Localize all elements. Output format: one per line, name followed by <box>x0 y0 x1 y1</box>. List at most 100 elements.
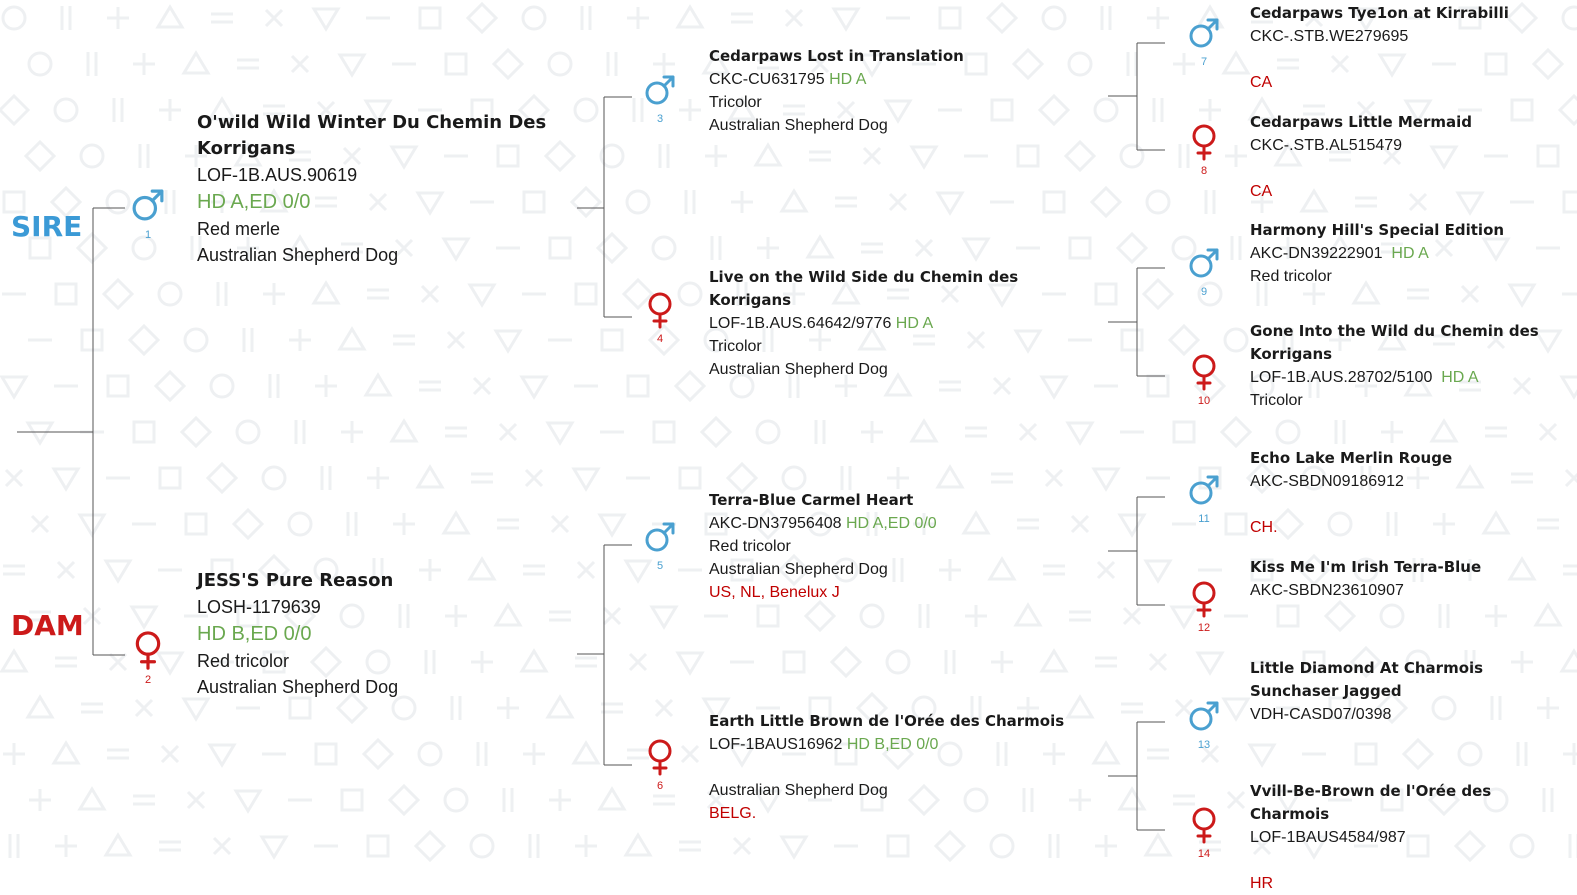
dog-breed: Australian Shepherd Dog <box>709 782 888 799</box>
dog-name: Gone Into the Wild du Chemin des Korriga… <box>1250 322 1539 363</box>
dog-3-entry: Cedarpaws Lost in Translation CKC-CU6317… <box>709 45 1099 137</box>
dog-registration: AKC-DN37956408 <box>709 515 842 532</box>
dog-9-entry: Harmony Hill's Special Edition AKC-DN392… <box>1250 219 1570 288</box>
bracket-6 <box>1108 721 1165 831</box>
dog-titles: CA <box>1250 74 1273 91</box>
dog-number-label: 14 <box>1197 848 1211 860</box>
dog-health: HD A <box>829 71 867 88</box>
dog-12-entry: Kiss Me I'm Irish Terra-Blue AKC-SBDN236… <box>1250 556 1570 602</box>
dog-registration: AKC-SBDN09186912 <box>1250 473 1404 490</box>
dog-color: Red merle <box>197 219 281 239</box>
dog-8-entry: Cedarpaws Little Mermaid CKC-.STB.AL5154… <box>1250 111 1570 203</box>
dog-name: Terra-Blue Carmel Heart <box>709 491 914 509</box>
dog-name: O'wild Wild Winter Du Chemin Des Korriga… <box>197 112 547 159</box>
dog-titles: CH. <box>1250 519 1278 536</box>
dog-health: HD B,ED 0/0 <box>197 623 312 645</box>
dog-14-entry: Vvill-Be-Brown de l'Orée des Charmois LO… <box>1250 780 1570 895</box>
dog-registration: AKC-SBDN23610907 <box>1250 582 1404 599</box>
dog-13-entry: Little Diamond At Charmois Sunchaser Jag… <box>1250 657 1570 726</box>
dog-number-label: 7 <box>1200 56 1208 68</box>
dog-titles: BELG. <box>709 805 757 822</box>
female-symbol-icon <box>1192 124 1216 161</box>
male-symbol-icon <box>1189 475 1219 505</box>
male-symbol-icon <box>1189 701 1219 731</box>
male-symbol-icon <box>645 75 675 105</box>
dog-health: HD A <box>895 315 934 332</box>
dog-number-label: 1 <box>144 229 152 241</box>
dog-11-entry: Echo Lake Merlin Rouge AKC-SBDN09186912 … <box>1250 447 1570 539</box>
dog-name: Harmony Hill's Special Edition <box>1250 221 1505 239</box>
dog-name: Live on the Wild Side du Chemin des Korr… <box>709 268 1019 309</box>
female-symbol-icon <box>648 739 672 776</box>
root-bracket <box>17 207 125 656</box>
bracket-5 <box>1108 496 1165 606</box>
dog-registration: CKC-.STB.WE279695 <box>1250 28 1409 45</box>
dog-color: Tricolor <box>709 94 762 111</box>
dog-health: HD A <box>1391 245 1429 262</box>
female-symbol-icon <box>648 292 672 329</box>
dog-name: Echo Lake Merlin Rouge <box>1250 449 1453 467</box>
dog-registration: AKC-DN39222901 <box>1250 245 1383 262</box>
dog-health: HD B,ED 0/0 <box>846 736 939 753</box>
dog-breed: Australian Shepherd Dog <box>197 677 399 697</box>
dog-registration: LOF-1BAUS16962 <box>709 736 843 753</box>
dog-number-label: 13 <box>1197 739 1211 751</box>
dog-number-label: 10 <box>1197 395 1211 407</box>
dog-7-entry: Cedarpaws Tye1on at Kirrabilli CKC-.STB.… <box>1250 2 1570 94</box>
dog-color: Red tricolor <box>197 651 290 671</box>
dog-name: Earth Little Brown de l'Orée des Charmoi… <box>709 712 1065 730</box>
dog-4-entry: Live on the Wild Side du Chemin des Korr… <box>709 266 1099 381</box>
dog-number-label: 5 <box>656 560 664 572</box>
dog-breed: Australian Shepherd Dog <box>709 361 888 378</box>
female-symbol-icon <box>1192 807 1216 844</box>
dog-name: JESS'S Pure Reason <box>197 570 394 591</box>
dog-name: Vvill-Be-Brown de l'Orée des Charmois <box>1250 782 1492 823</box>
male-symbol-icon <box>132 189 164 221</box>
dog-registration: CKC-.STB.AL515479 <box>1250 137 1403 154</box>
dog-6-entry: Earth Little Brown de l'Orée des Charmoi… <box>709 710 1099 825</box>
dog-number-label: 12 <box>1197 622 1211 634</box>
dog-1-entry: O'wild Wild Winter Du Chemin Des Korriga… <box>197 110 557 268</box>
dog-name: Cedarpaws Lost in Translation <box>709 47 964 65</box>
female-symbol-icon <box>1192 354 1216 391</box>
dog-registration: CKC-CU631795 <box>709 71 825 88</box>
dog-number-label: 11 <box>1198 513 1210 525</box>
dog-breed: Australian Shepherd Dog <box>709 117 888 134</box>
dog-name: Little Diamond At Charmois Sunchaser Jag… <box>1250 659 1484 700</box>
dam-bracket <box>577 544 632 766</box>
dog-breed: Australian Shepherd Dog <box>197 245 399 265</box>
dog-registration: LOSH-1179639 <box>197 597 321 617</box>
dog-number-label: 8 <box>1200 165 1208 177</box>
dog-2-entry: JESS'S Pure Reason LOSH-1179639 HD B,ED … <box>197 568 557 700</box>
dog-color: Tricolor <box>1250 392 1303 409</box>
dog-color: Red tricolor <box>709 538 791 555</box>
dog-number-label: 6 <box>656 780 664 792</box>
dog-color: Tricolor <box>709 338 762 355</box>
dog-name: Cedarpaws Tye1on at Kirrabilli <box>1250 4 1509 22</box>
dog-name: Cedarpaws Little Mermaid <box>1250 113 1473 131</box>
dog-name: Kiss Me I'm Irish Terra-Blue <box>1250 558 1482 576</box>
dog-number-label: 4 <box>656 333 664 345</box>
dog-number-label: 3 <box>656 113 664 125</box>
sire-bracket <box>577 96 632 318</box>
male-symbol-icon <box>1189 18 1219 48</box>
dog-registration: LOF-1B.AUS.90619 <box>197 165 358 185</box>
dog-registration: VDH-CASD07/0398 <box>1250 706 1392 723</box>
dog-10-entry: Gone Into the Wild du Chemin des Korriga… <box>1250 320 1570 412</box>
dog-registration: LOF-1BAUS4584/987 <box>1250 829 1406 846</box>
dog-registration: LOF-1B.AUS.64642/9776 <box>709 315 892 332</box>
dog-color: Red tricolor <box>1250 268 1332 285</box>
female-symbol-icon <box>135 631 161 670</box>
dog-breed: Australian Shepherd Dog <box>709 561 888 578</box>
bracket-4 <box>1108 267 1165 377</box>
sire-label: SIRE <box>11 210 83 243</box>
male-symbol-icon <box>1189 248 1219 278</box>
dog-health: HD A,ED 0/0 <box>845 515 937 532</box>
dog-number-label: 2 <box>144 674 152 686</box>
dog-5-entry: Terra-Blue Carmel Heart AKC-DN37956408 H… <box>709 489 1099 604</box>
dog-health: HD A <box>1441 369 1479 386</box>
dog-titles: HR <box>1250 875 1274 892</box>
dam-label: DAM <box>11 609 84 642</box>
female-symbol-icon <box>1192 581 1216 618</box>
dog-number-label: 9 <box>1200 286 1208 298</box>
